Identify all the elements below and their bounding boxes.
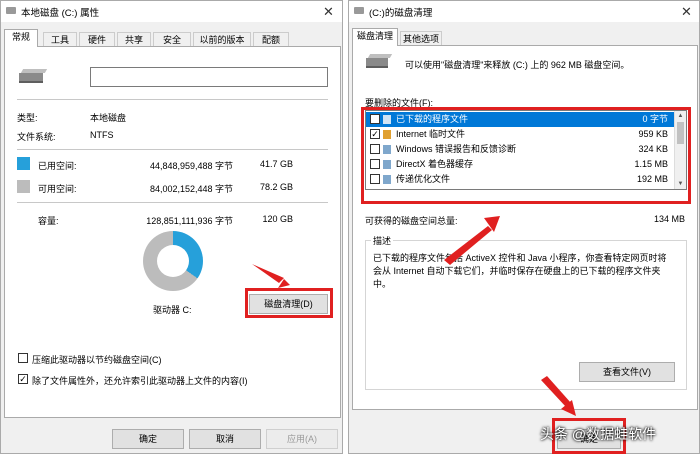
files-list-scrollbar[interactable]: ▲ ▼: [674, 111, 686, 189]
capacity-bytes: 128,851,111,936 字节: [146, 216, 233, 226]
watermark-text: 头条 @数据蛙软件: [540, 426, 657, 442]
file-checkbox[interactable]: ✓: [370, 129, 380, 139]
tab-quota[interactable]: 配额: [253, 32, 289, 47]
intro-text: 可以使用"磁盘清理"来释放 (C:) 上的 962 MB 磁盘空间。: [405, 60, 630, 70]
tab-sharing[interactable]: 共享: [117, 32, 151, 47]
file-name: 已下载的程序文件: [396, 114, 469, 124]
compress-checkbox[interactable]: [18, 353, 28, 363]
used-color-swatch: [17, 157, 30, 170]
file-row[interactable]: ✓ 已下载的程序文件 0 字节: [366, 112, 674, 127]
capacity-gb: 120 GB: [262, 214, 293, 224]
view-files-button[interactable]: 查看文件(V): [579, 362, 675, 382]
tab-strip: 磁盘清理 其他选项: [349, 28, 699, 46]
file-type-icon: [383, 115, 391, 124]
tab-strip: 常规 工具 硬件 共享 安全 以前的版本 配额: [1, 29, 342, 47]
file-row[interactable]: 传递优化文件 192 MB: [366, 172, 674, 187]
files-list[interactable]: ✓ 已下载的程序文件 0 字节 ✓ Internet 临时文件 959 KB Windows…: [365, 110, 687, 190]
donut-hole: [157, 245, 189, 277]
file-row[interactable]: Windows 错误报告和反馈诊断 324 KB: [366, 142, 674, 157]
window-title: 本地磁盘 (C:) 属性: [21, 8, 100, 19]
file-name: Windows 错误报告和反馈诊断: [396, 144, 517, 154]
total-space-label: 可获得的磁盘空间总量:: [365, 216, 458, 226]
close-icon[interactable]: ✕: [323, 4, 334, 20]
type-label: 类型:: [17, 113, 38, 123]
tab-security[interactable]: 安全: [153, 32, 191, 47]
free-space-bytes: 84,002,152,448 字节: [149, 184, 233, 194]
file-type-icon: [383, 160, 391, 169]
file-checkbox[interactable]: [370, 144, 380, 154]
divider: [17, 149, 328, 150]
cleanup-window: (C:)的磁盘清理 ✕ 磁盘清理 其他选项 可以使用"磁盘清理"来释放 (C:)…: [348, 0, 700, 454]
tab-disk-cleanup[interactable]: 磁盘清理: [352, 28, 398, 46]
file-checkbox[interactable]: ✓: [370, 114, 380, 124]
index-checkbox[interactable]: ✓: [18, 374, 28, 384]
description-text: 已下载的程序文件包括 ActiveX 控件和 Java 小程序，你查看特定网页时…: [373, 253, 667, 289]
divider: [17, 99, 328, 100]
file-name: DirectX 着色器缓存: [396, 159, 474, 169]
tab-previous-versions[interactable]: 以前的版本: [193, 32, 251, 47]
filesystem-value: NTFS: [90, 130, 114, 140]
file-row[interactable]: ✓ Internet 临时文件 959 KB: [366, 127, 674, 142]
used-space-bytes: 44,848,959,488 字节: [149, 161, 233, 171]
file-type-icon: [383, 145, 391, 154]
filesystem-label: 文件系统:: [17, 132, 56, 142]
file-size: 0 字节: [642, 114, 668, 124]
file-row[interactable]: DirectX 着色器缓存 1.15 MB: [366, 157, 674, 172]
tab-tools[interactable]: 工具: [43, 32, 77, 47]
free-space-label: 可用空间:: [38, 184, 77, 194]
file-type-icon: [383, 175, 391, 184]
volume-name-input[interactable]: [90, 67, 328, 87]
scroll-thumb[interactable]: [677, 122, 684, 144]
file-type-icon: [383, 130, 391, 139]
file-name: 传递优化文件: [396, 174, 451, 184]
file-name: Internet 临时文件: [396, 129, 466, 139]
title-bar: 本地磁盘 (C:) 属性 ✕: [1, 1, 342, 22]
hard-drive-icon: [366, 54, 393, 68]
used-space-label: 已用空间:: [38, 161, 77, 171]
scroll-down-icon[interactable]: ▼: [675, 179, 686, 189]
description-heading: 描述: [371, 234, 394, 247]
file-size: 324 KB: [638, 144, 668, 154]
hard-drive-icon: [19, 69, 48, 83]
cleanup-drive-icon: [354, 7, 364, 14]
properties-window: 本地磁盘 (C:) 属性 ✕ 常规 工具 硬件 共享 安全 以前的版本 配额 类…: [0, 0, 343, 454]
drive-letter-label: 驱动器 C:: [153, 305, 192, 315]
window-title: (C:)的磁盘清理: [369, 8, 433, 19]
tab-hardware[interactable]: 硬件: [79, 32, 115, 47]
apply-button[interactable]: 应用(A): [266, 429, 338, 449]
file-size: 1.15 MB: [634, 159, 668, 169]
file-checkbox[interactable]: [370, 159, 380, 169]
title-bar: (C:)的磁盘清理 ✕: [349, 1, 699, 22]
type-value: 本地磁盘: [90, 113, 127, 123]
file-size: 959 KB: [638, 129, 668, 139]
index-label[interactable]: 除了文件属性外，还允许索引此驱动器上文件的内容(I): [32, 374, 248, 387]
divider: [17, 202, 328, 203]
drive-icon: [6, 7, 16, 14]
file-size: 192 MB: [636, 174, 668, 184]
file-checkbox[interactable]: [370, 174, 380, 184]
cancel-button[interactable]: 取消: [189, 429, 261, 449]
close-icon[interactable]: ✕: [681, 4, 692, 20]
tab-general[interactable]: 常规: [4, 29, 38, 47]
free-space-gb: 78.2 GB: [259, 182, 293, 192]
scroll-up-icon[interactable]: ▲: [675, 111, 686, 121]
used-space-gb: 41.7 GB: [259, 159, 293, 169]
files-to-delete-label: 要删除的文件(F):: [365, 98, 433, 108]
tab-more-options[interactable]: 其他选项: [400, 31, 442, 46]
free-color-swatch: [17, 180, 30, 193]
total-space-value: 134 MB: [653, 214, 685, 224]
disk-cleanup-button[interactable]: 磁盘清理(D): [249, 294, 328, 314]
disk-usage-donut-chart: [143, 231, 203, 291]
cleanup-panel: 可以使用"磁盘清理"来释放 (C:) 上的 962 MB 磁盘空间。 要删除的文…: [352, 45, 698, 410]
capacity-label: 容量:: [38, 216, 59, 226]
compress-label[interactable]: 压缩此驱动器以节约磁盘空间(C): [32, 353, 162, 366]
ok-button[interactable]: 确定: [112, 429, 184, 449]
